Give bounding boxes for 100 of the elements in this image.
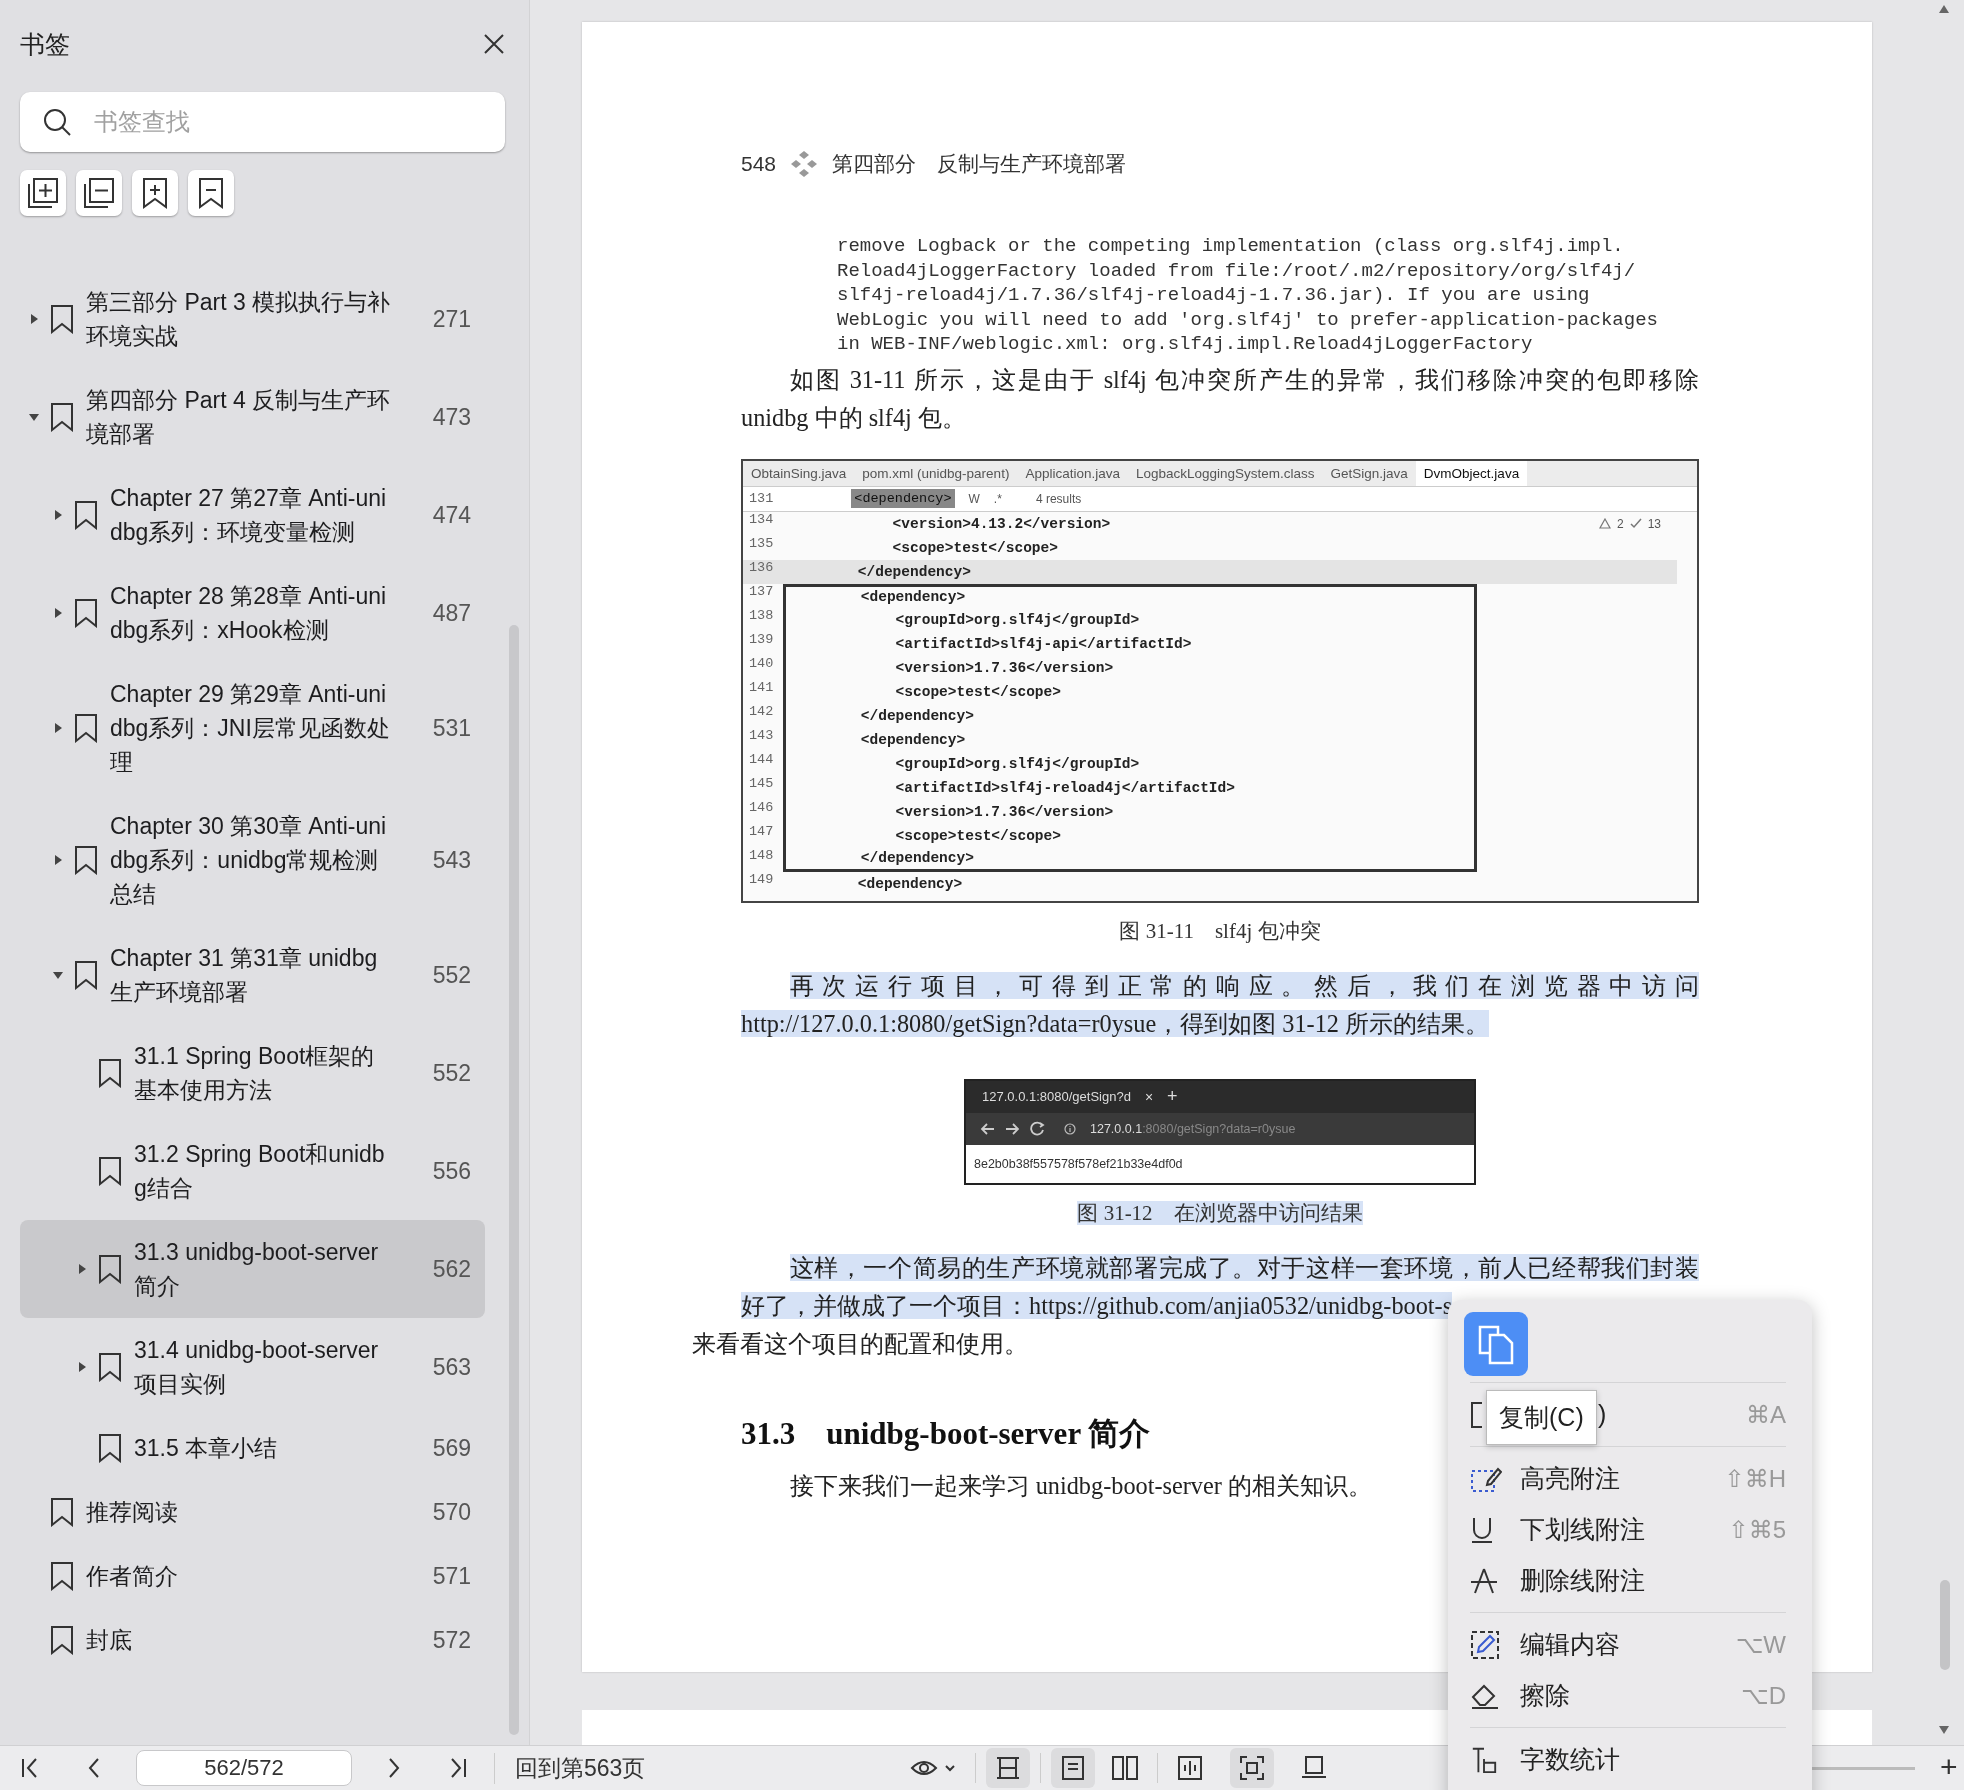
bookmark-item[interactable]: 封底 572: [20, 1608, 485, 1672]
shortcut-label: ⇧⌘5: [1728, 1515, 1786, 1544]
search-option: W: [968, 491, 980, 506]
bookmark-item[interactable]: 推荐阅读 570: [20, 1480, 485, 1544]
zoom-in-button[interactable]: +: [1940, 1750, 1958, 1784]
caret-icon[interactable]: [52, 722, 64, 734]
shortcut-label: ⇧⌘H: [1724, 1464, 1786, 1493]
bookmark-page-number: 552: [431, 1059, 472, 1087]
page-number-field[interactable]: 562/572: [136, 1750, 352, 1786]
search-results-count: 4 results: [1035, 491, 1082, 506]
bookmark-item[interactable]: Chapter 29 第29章 Anti-unidbg系列：JNI层常见函数处理 531: [20, 662, 485, 794]
fit-screen-icon[interactable]: [1230, 1748, 1275, 1788]
add-bookmark-button[interactable]: [132, 170, 178, 216]
bookmark-page-number: 487: [431, 599, 472, 627]
menu-item-label[interactable]: 下划线附注: [1520, 1513, 1645, 1546]
browser-tab-title: 127.0.0.1:8080/getSign?d: [982, 1089, 1131, 1105]
menu-item-label[interactable]: 编辑内容: [1520, 1628, 1620, 1661]
line-number: 138: [748, 607, 775, 625]
back-to-page-link[interactable]: 回到第563页: [494, 1752, 646, 1784]
remove-bookmark-button[interactable]: [188, 170, 234, 216]
bookmark-icon: [74, 713, 98, 743]
scroll-down-icon[interactable]: [1938, 1725, 1950, 1735]
caret-icon[interactable]: [52, 509, 64, 521]
menu-item-label[interactable]: ): [1598, 1400, 1607, 1429]
scrollbar-thumb[interactable]: [1940, 1580, 1950, 1670]
bookmark-icon: [98, 1156, 122, 1186]
caret-icon[interactable]: [76, 1263, 88, 1275]
editor-tab-label: GetSign.java: [1329, 464, 1409, 483]
caret-icon[interactable]: [52, 607, 64, 619]
collapse-all-button[interactable]: [76, 170, 122, 216]
shortcut-label: ⌘A: [1746, 1400, 1786, 1429]
search-field[interactable]: 书签查找: [20, 92, 505, 152]
caret-icon[interactable]: [28, 411, 40, 423]
search-input[interactable]: 书签查找: [92, 107, 483, 137]
code-line: </dependency>: [859, 707, 974, 724]
bookmark-item[interactable]: 31.1 Spring Boot框架的基本使用方法 552: [20, 1024, 485, 1122]
menu-item-label[interactable]: 高亮附注: [1520, 1462, 1620, 1495]
menu-item-label[interactable]: 删除线附注: [1520, 1564, 1645, 1597]
bookmark-title: 第三部分 Part 3 模拟执行与补环境实战: [86, 288, 392, 351]
address-text: 127.0.0.1:8080/getSign?data=r0ysue: [1090, 1121, 1296, 1136]
log-output-line: remove Logback or the competing implementation (class org.slf4j.impl.: [837, 234, 1625, 259]
bookmark-icon: [50, 402, 74, 432]
bookmark-item[interactable]: 31.3 unidbg-boot-server简介 562: [20, 1220, 485, 1318]
bookmark-item[interactable]: 作者简介 571: [20, 1544, 485, 1608]
bookmark-item[interactable]: 31.4 unidbg-boot-server项目实例 563: [20, 1318, 485, 1416]
caret-icon[interactable]: [28, 313, 40, 325]
log-output-line: in WEB-INF/weblogic.xml: org.slf4j.impl.Reload4jLoggerFactory: [837, 332, 1534, 357]
bookmark-title: 31.1 Spring Boot框架的基本使用方法: [134, 1042, 376, 1105]
editor-tab-label: pom.xml (unidbg-parent): [861, 464, 1011, 483]
bookmark-icon: [74, 500, 98, 530]
check-count: 13: [1647, 516, 1661, 531]
code-line: <scope>test</scope>: [894, 827, 1061, 844]
line-number: 144: [748, 751, 775, 769]
bookmark-icon: [98, 1058, 122, 1088]
bookmark-item[interactable]: Chapter 31 第31章 unidbg生产环境部署 552: [20, 926, 485, 1024]
menu-item-label[interactable]: 擦除: [1520, 1679, 1570, 1712]
bookmark-icon: [74, 598, 98, 628]
bookmark-item[interactable]: Chapter 27 第27章 Anti-unidbg系列：环境变量检测 474: [20, 466, 485, 564]
expand-all-button[interactable]: [20, 170, 66, 216]
line-number: 146: [748, 799, 775, 817]
figure-caption: 图 31-11 slf4j 包冲突: [1119, 918, 1321, 943]
bookmark-item[interactable]: 第三部分 Part 3 模拟执行与补环境实战 271: [20, 270, 485, 368]
line-number: 137: [748, 583, 775, 601]
scrollbar-thumb[interactable]: [509, 625, 519, 1735]
bookmark-page-number: 570: [431, 1498, 472, 1526]
line-number: 139: [748, 631, 775, 649]
copy-button[interactable]: [1464, 1312, 1528, 1376]
menu-item-label[interactable]: 字数统计: [1520, 1743, 1620, 1776]
bookmark-icon: [98, 1352, 122, 1382]
scroll-up-icon[interactable]: [1938, 4, 1950, 14]
zoom-slider-track[interactable]: [1810, 1767, 1915, 1770]
bookmark-page-number: 569: [431, 1434, 472, 1462]
tab-close-icon: ×: [1144, 1088, 1154, 1105]
response-text: 8e2b0b38f557578f578ef21b33e4df0d: [974, 1156, 1183, 1171]
caret-icon[interactable]: [52, 969, 64, 981]
code-line: <artifactId>slf4j-api</artifactId>: [894, 635, 1192, 652]
bookmark-plus-icon: [140, 176, 170, 210]
fit-height-icon[interactable]: [986, 1748, 1031, 1788]
code-line: <dependency>: [859, 731, 966, 748]
bookmark-item[interactable]: Chapter 28 第28章 Anti-unidbg系列：xHook检测 487: [20, 564, 485, 662]
bookmark-item[interactable]: 第四部分 Part 4 反制与生产环境部署 473: [20, 368, 485, 466]
close-icon[interactable]: [483, 33, 505, 55]
bookmark-page-number: 556: [431, 1157, 472, 1185]
bookmark-item[interactable]: 31.2 Spring Boot和unidbg结合 556: [20, 1122, 485, 1220]
check-icon: [1629, 518, 1642, 530]
code-line: <version>4.13.2</version>: [891, 515, 1111, 532]
caret-icon[interactable]: [52, 854, 64, 866]
bookmark-title: 第四部分 Part 4 反制与生产环境部署: [86, 386, 392, 449]
bookmark-item[interactable]: Chapter 30 第30章 Anti-unidbg系列：unidbg常规检测总结 543: [20, 794, 485, 926]
single-page-icon[interactable]: [1051, 1748, 1096, 1788]
line-number: 135: [748, 535, 775, 553]
bookmark-title: 封底: [86, 1626, 133, 1655]
bookmark-icon: [50, 304, 74, 334]
line-number: 147: [748, 823, 775, 841]
editor-tab-label: DvmObject.java: [1415, 460, 1528, 486]
edit-content-icon: [1470, 1629, 1500, 1660]
caret-icon[interactable]: [76, 1361, 88, 1373]
bookmark-item[interactable]: 31.5 本章小结 569: [20, 1416, 485, 1480]
bookmark-icon: [74, 960, 98, 990]
code-line: <groupId>org.slf4j</groupId>: [894, 611, 1140, 628]
